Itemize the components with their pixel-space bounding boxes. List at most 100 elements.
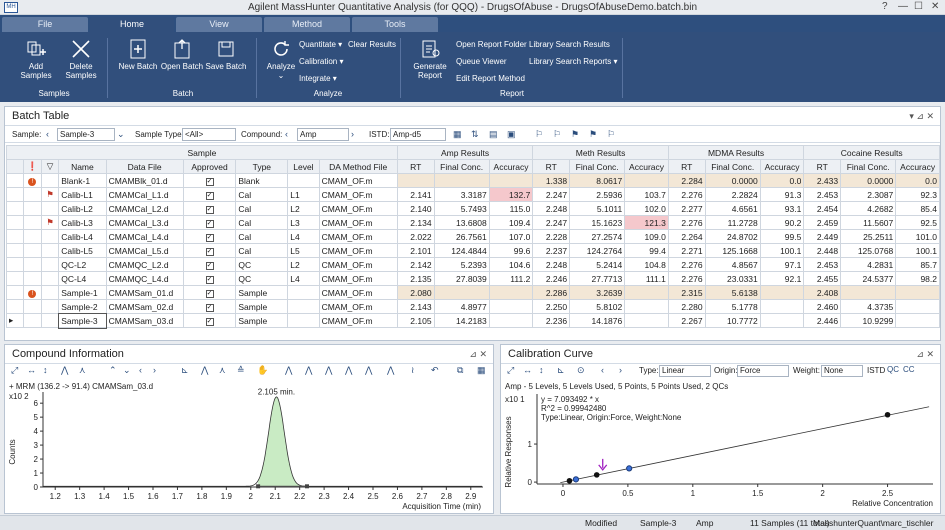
analyze-button[interactable]: Analyze ⌄ xyxy=(259,36,303,80)
result-cell[interactable]: 2.236 xyxy=(532,313,571,328)
result-cell[interactable] xyxy=(624,285,669,300)
row-selector[interactable] xyxy=(5,215,25,230)
result-cell[interactable]: 14.2183 xyxy=(433,313,490,328)
method-cell[interactable]: CMAM_OF.m xyxy=(318,271,398,286)
data-file-cell[interactable]: CMAMQC_L2.d xyxy=(105,257,184,272)
generate-report-button[interactable]: Generate Report xyxy=(408,36,452,80)
close-icon[interactable]: ✕ xyxy=(931,1,939,12)
method-cell[interactable]: CMAM_OF.m xyxy=(318,313,398,328)
type-cell[interactable]: QC xyxy=(235,257,289,272)
chevron-right-icon[interactable]: › xyxy=(153,365,156,375)
result-cell[interactable]: 2.3087 xyxy=(840,187,897,202)
zoom-icon[interactable]: ⤢ xyxy=(11,365,18,376)
zoom-icon[interactable]: ⤢ xyxy=(507,365,514,376)
type-cell[interactable]: Cal xyxy=(235,229,289,244)
open-batch-button[interactable]: Open Batch xyxy=(160,36,204,71)
residual-icon[interactable]: ⊙ xyxy=(577,365,585,376)
approved-cell[interactable]: ✓ xyxy=(182,299,237,314)
result-cell[interactable]: 2.277 xyxy=(667,201,706,216)
open-report-folder-button[interactable]: Open Report Folder xyxy=(456,40,527,49)
panel-controls-icon[interactable]: ⊿ ✕ xyxy=(916,345,934,364)
chromatogram-chart[interactable]: + MRM (136.2 -> 91.4) CMAMSam_03.dx10 2 C… xyxy=(5,380,493,513)
column-header-result[interactable]: RT xyxy=(803,159,842,174)
type-cell[interactable]: Cal xyxy=(235,215,289,230)
library-search-reports-menu[interactable]: Library Search Reports ▾ xyxy=(529,57,618,66)
result-cell[interactable] xyxy=(759,285,805,300)
data-file-cell[interactable]: CMAMSam_01.d xyxy=(105,285,184,300)
result-cell[interactable]: 104.6 xyxy=(488,257,534,272)
result-cell[interactable]: 27.8039 xyxy=(433,271,490,286)
calibration-menu[interactable]: Calibration ▾ xyxy=(299,57,344,66)
panel-controls-icon[interactable]: ⊿ ✕ xyxy=(469,345,487,364)
result-cell[interactable] xyxy=(759,313,805,328)
result-cell[interactable]: 27.7713 xyxy=(569,271,626,286)
table-row[interactable]: QC-L2 CMAMQC_L2.d ✓ QC L2 CMAM_OF.m 2.142 5.239… xyxy=(5,257,940,272)
column-header-result[interactable]: Final Conc. xyxy=(840,159,897,174)
approved-checkbox[interactable]: ✓ xyxy=(205,290,214,298)
result-cell[interactable]: 5.1011 xyxy=(569,201,626,216)
column-header-type[interactable]: Type xyxy=(235,159,289,174)
result-cell[interactable]: 91.3 xyxy=(759,187,805,202)
result-cell[interactable]: 2.141 xyxy=(396,187,435,202)
chevron-down-icon[interactable]: ⌄ xyxy=(123,365,131,376)
stack-icon[interactable]: ≙ xyxy=(237,365,245,376)
method-cell[interactable]: CMAM_OF.m xyxy=(318,285,398,300)
result-cell[interactable]: 103.7 xyxy=(624,187,669,202)
grid-icon[interactable]: ▤ xyxy=(489,129,498,140)
compound-table-icon[interactable]: ▣ xyxy=(507,129,516,140)
table-row[interactable]: Calib-L2 CMAMCal_L2.d ✓ Cal L2 CMAM_OF.m 2.140… xyxy=(5,201,940,216)
result-cell[interactable] xyxy=(895,299,940,314)
column-header-method[interactable]: DA Method File xyxy=(318,159,398,174)
result-cell[interactable] xyxy=(895,285,940,300)
quantitate-menu[interactable]: Quantitate ▾ xyxy=(299,40,342,49)
tab-tools[interactable]: Tools xyxy=(352,17,438,32)
row-selector[interactable] xyxy=(5,257,25,272)
table-row[interactable]: ⚑ Calib-L1 CMAMCal_L1.d ✓ Cal L1 CMAM_OF.m 2.14… xyxy=(5,187,940,202)
result-cell[interactable]: 85.7 xyxy=(895,257,940,272)
type-cell[interactable]: Cal xyxy=(235,201,289,216)
tab-home[interactable]: Home xyxy=(90,17,174,32)
approved-checkbox[interactable]: ✓ xyxy=(205,304,214,312)
result-cell[interactable]: 5.2414 xyxy=(569,257,626,272)
result-cell[interactable]: 24.8702 xyxy=(704,229,761,244)
data-file-cell[interactable]: CMAMCal_L2.d xyxy=(105,201,184,216)
approved-checkbox[interactable]: ✓ xyxy=(205,248,214,256)
approved-checkbox[interactable]: ✓ xyxy=(205,262,214,270)
calibration-chart[interactable]: Amp - 5 Levels, 5 Levels Used, 5 Points,… xyxy=(501,380,940,513)
level-cell[interactable]: L4 xyxy=(287,271,320,286)
fit-vertical-icon[interactable]: ↕ xyxy=(539,365,544,375)
tab-view[interactable]: View xyxy=(176,17,262,32)
normalize-icon[interactable]: ⋏ xyxy=(219,365,226,376)
type-cell[interactable]: QC xyxy=(235,271,289,286)
help-icon[interactable]: ? xyxy=(882,1,888,12)
result-cell[interactable] xyxy=(433,173,490,188)
approved-cell[interactable]: ✓ xyxy=(182,215,237,230)
sample-selector[interactable]: Sample-3 xyxy=(57,128,115,141)
column-header-result[interactable]: Accuracy xyxy=(624,159,669,174)
result-cell[interactable]: 93.1 xyxy=(759,201,805,216)
result-cell[interactable]: 100.1 xyxy=(759,243,805,258)
approved-cell[interactable]: ✓ xyxy=(182,187,237,202)
result-cell[interactable]: 2.271 xyxy=(667,243,706,258)
column-header-result[interactable]: Final Conc. xyxy=(704,159,761,174)
level-cell[interactable]: L3 xyxy=(287,215,320,230)
sample-name-cell[interactable]: Blank-1 xyxy=(58,173,107,188)
split-peak-icon[interactable]: ⋀ xyxy=(305,365,312,376)
result-cell[interactable] xyxy=(488,313,534,328)
result-cell[interactable]: 2.247 xyxy=(532,187,571,202)
result-cell[interactable]: 99.4 xyxy=(624,243,669,258)
result-cell[interactable] xyxy=(488,299,534,314)
result-cell[interactable]: 2.247 xyxy=(532,215,571,230)
result-cell[interactable]: 2.5936 xyxy=(569,187,626,202)
table-row[interactable]: Calib-L4 CMAMCal_L4.d ✓ Cal L4 CMAM_OF.m 2.022… xyxy=(5,229,940,244)
data-file-cell[interactable]: CMAMCal_L3.d xyxy=(105,215,184,230)
approved-checkbox[interactable]: ✓ xyxy=(205,318,214,326)
data-file-cell[interactable]: CMAMSam_02.d xyxy=(105,299,184,314)
result-cell[interactable]: 2.105 xyxy=(396,313,435,328)
row-selector[interactable] xyxy=(5,187,25,202)
method-cell[interactable]: CMAM_OF.m xyxy=(318,243,398,258)
method-cell[interactable]: CMAM_OF.m xyxy=(318,173,398,188)
result-cell[interactable]: 5.1778 xyxy=(704,299,761,314)
sample-name-cell[interactable]: Calib-L4 xyxy=(58,229,107,244)
result-cell[interactable] xyxy=(624,313,669,328)
